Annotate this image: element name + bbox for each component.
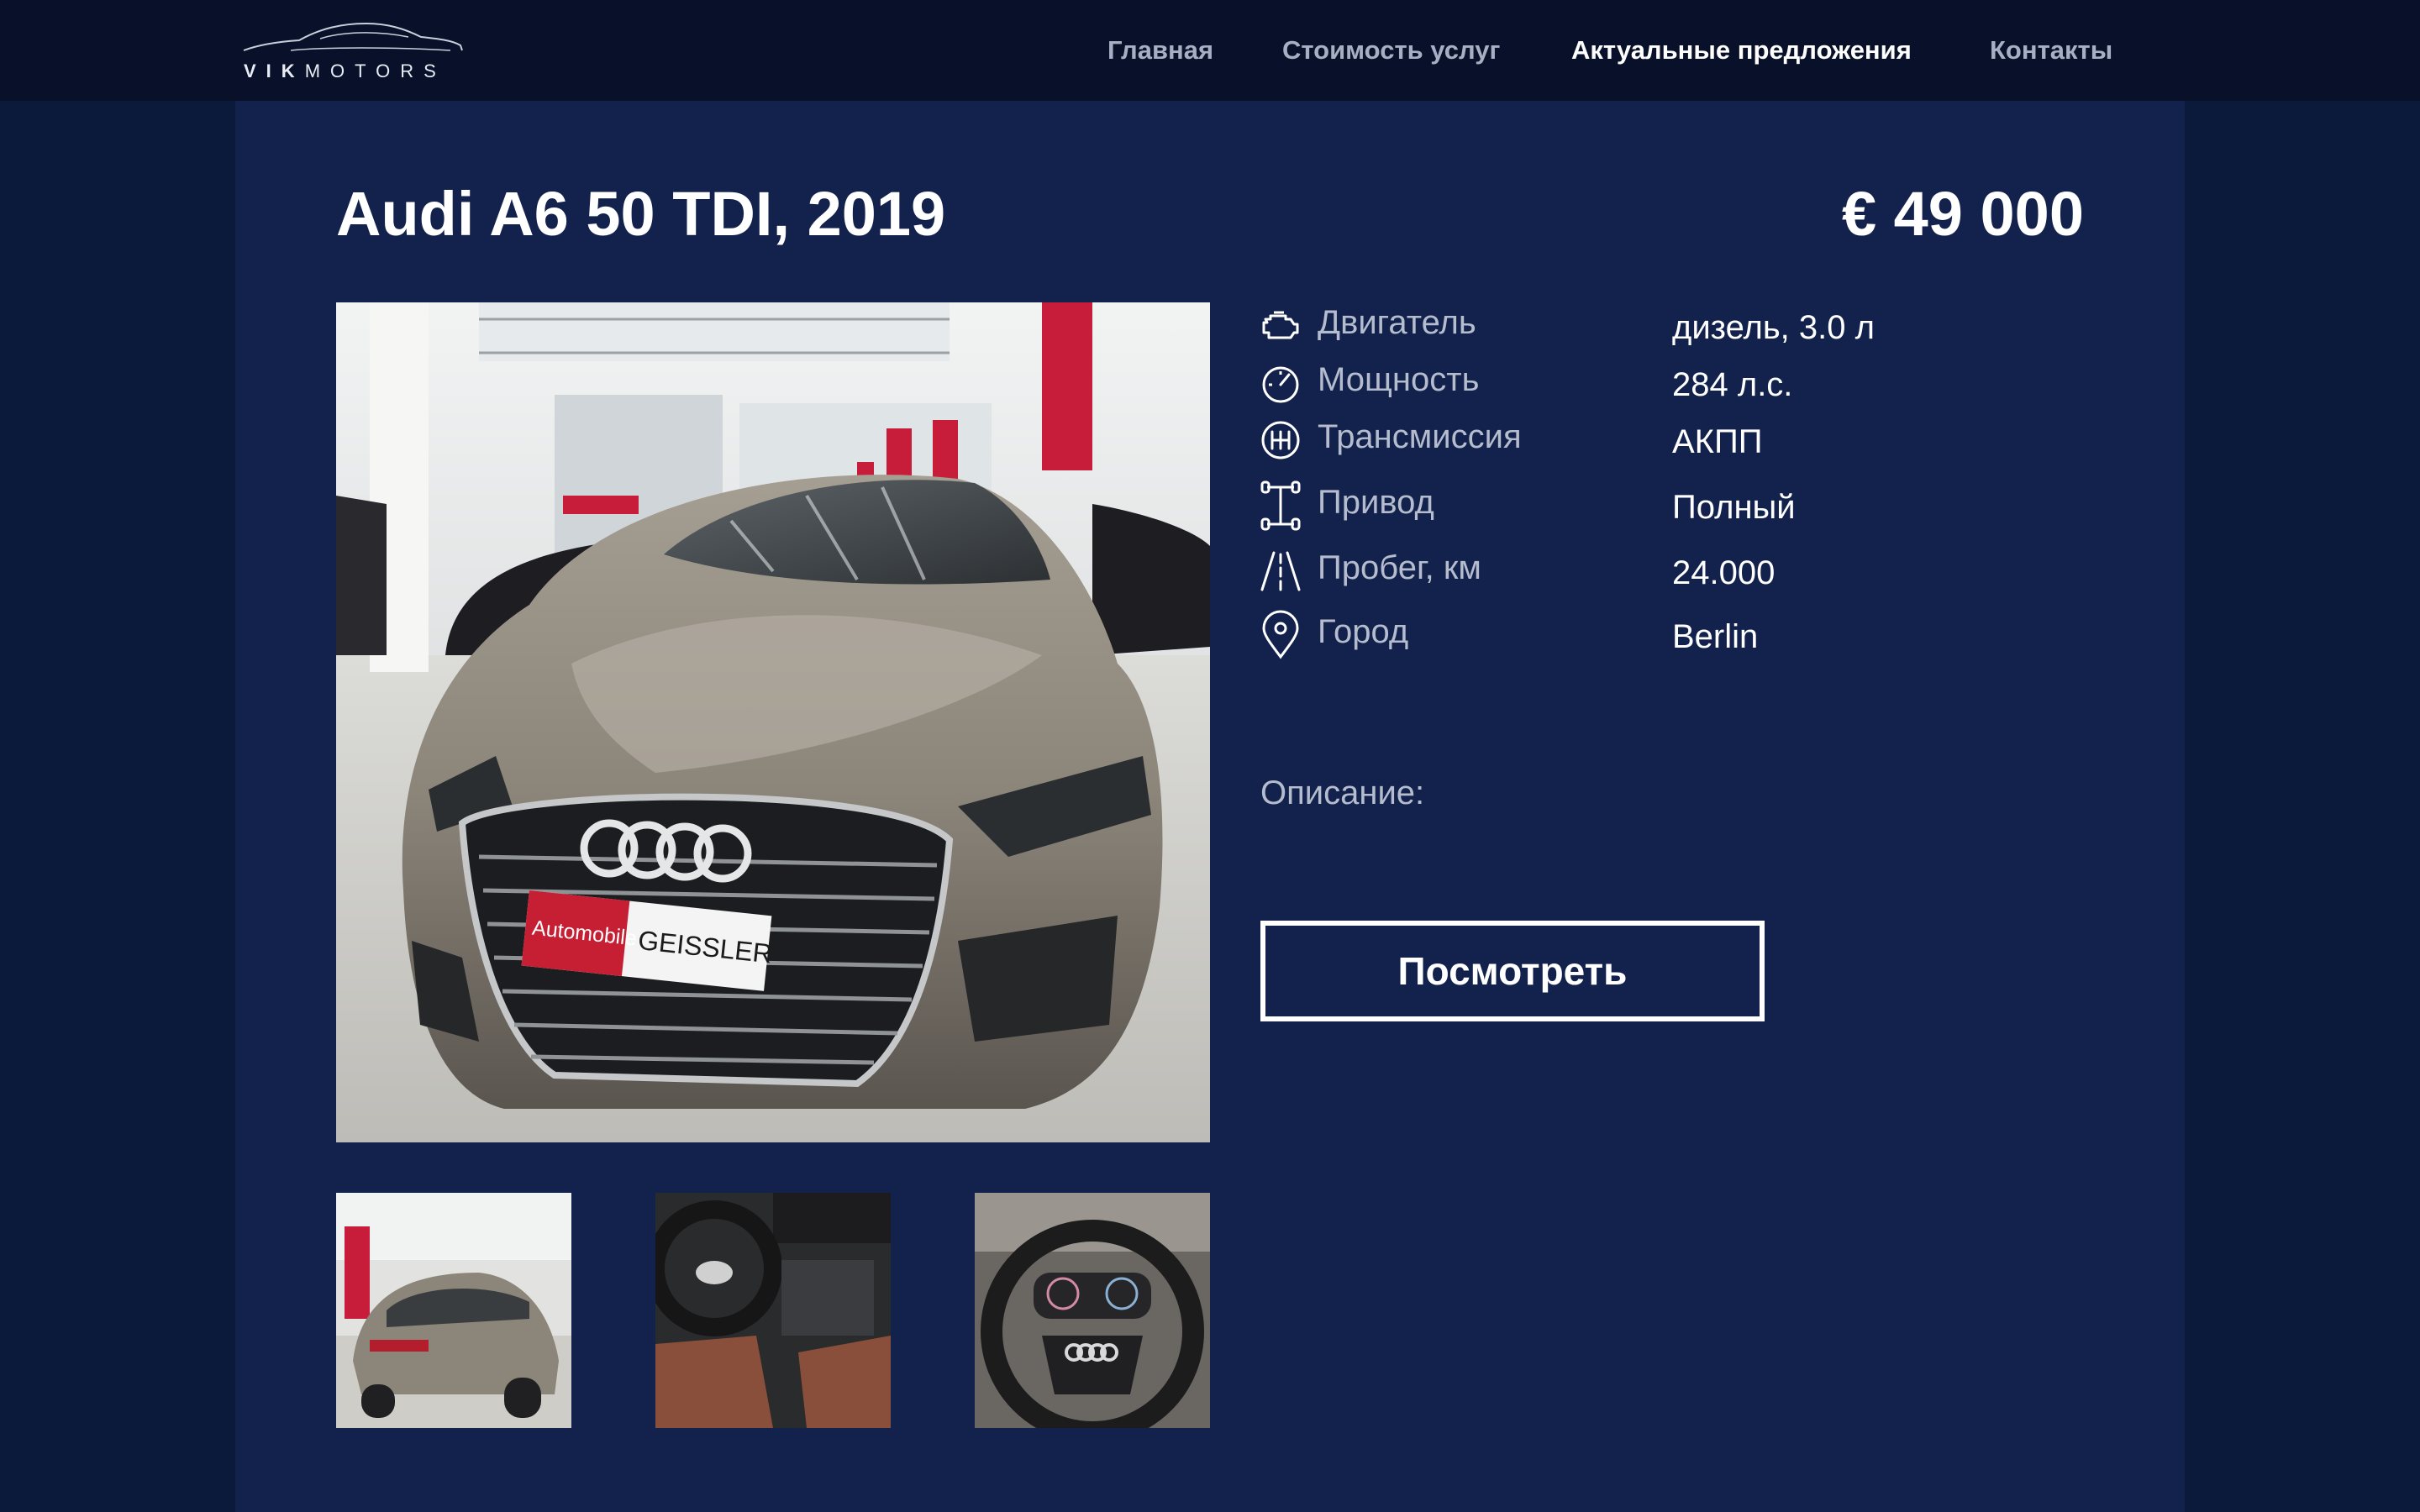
car-rear-photo <box>336 1193 571 1428</box>
description-label: Описание: <box>1260 774 1425 811</box>
spec-label: Двигатель <box>1318 304 1476 341</box>
car-interior-photo <box>655 1193 891 1428</box>
spec-label: Пробег, км <box>1318 549 1481 586</box>
spec-value: 284 л.с. <box>1672 366 1793 403</box>
listing-price: € 49 000 <box>1841 179 2084 249</box>
spec-value: АКПП <box>1672 423 1763 460</box>
speedometer-icon <box>1262 366 1299 403</box>
spec-row-drivetrain: Привод Полный <box>1259 479 2015 531</box>
gearbox-icon <box>1261 421 1300 459</box>
nav-item-home[interactable]: Главная <box>1107 35 1213 66</box>
thumbnail-steering-wheel[interactable] <box>975 1193 1210 1428</box>
spec-value: Полный <box>1672 489 1796 526</box>
drivetrain-icon <box>1260 480 1301 531</box>
top-navigation-bar: VIKMOTORS Главная Стоимость услуг Актуал… <box>0 0 2420 101</box>
spec-row-power: Мощность 284 л.с. <box>1259 356 2015 407</box>
road-icon <box>1260 551 1301 591</box>
spec-label: Привод <box>1318 484 1434 521</box>
spec-row-engine: Двигатель дизель, 3.0 л <box>1259 299 2015 349</box>
main-nav: Главная Стоимость услуг Актуальные предл… <box>0 0 2420 101</box>
spec-label: Мощность <box>1318 361 1480 398</box>
location-pin-icon <box>1262 610 1299 659</box>
thumbnail-car-rear[interactable] <box>336 1193 571 1428</box>
spec-row-city: Город Berlin <box>1259 608 2015 659</box>
steering-wheel-photo <box>975 1193 1210 1428</box>
nav-item-pricing[interactable]: Стоимость услуг <box>1282 35 1500 66</box>
thumbnail-car-interior[interactable] <box>655 1193 891 1428</box>
car-front-photo-illustration: Automobile GEISSLER <box>336 302 1210 1142</box>
spec-label: Трансмиссия <box>1318 418 1522 455</box>
spec-value: дизель, 3.0 л <box>1672 309 1875 346</box>
spec-value: 24.000 <box>1672 554 1776 591</box>
nav-item-current-offers[interactable]: Актуальные предложения <box>1571 35 1912 66</box>
spec-value: Berlin <box>1672 618 1759 655</box>
view-button[interactable]: Посмотреть <box>1260 921 1765 1021</box>
spec-row-mileage: Пробег, км 24.000 <box>1259 544 2015 595</box>
spec-row-transmission: Трансмиссия АКПП <box>1259 413 2015 464</box>
nav-item-contacts[interactable]: Контакты <box>1990 35 2112 66</box>
listing-title: Audi A6 50 TDI, 2019 <box>336 179 946 249</box>
engine-icon <box>1262 311 1299 339</box>
main-car-photo[interactable]: Automobile GEISSLER <box>336 302 1210 1142</box>
spec-label: Город <box>1318 613 1409 650</box>
